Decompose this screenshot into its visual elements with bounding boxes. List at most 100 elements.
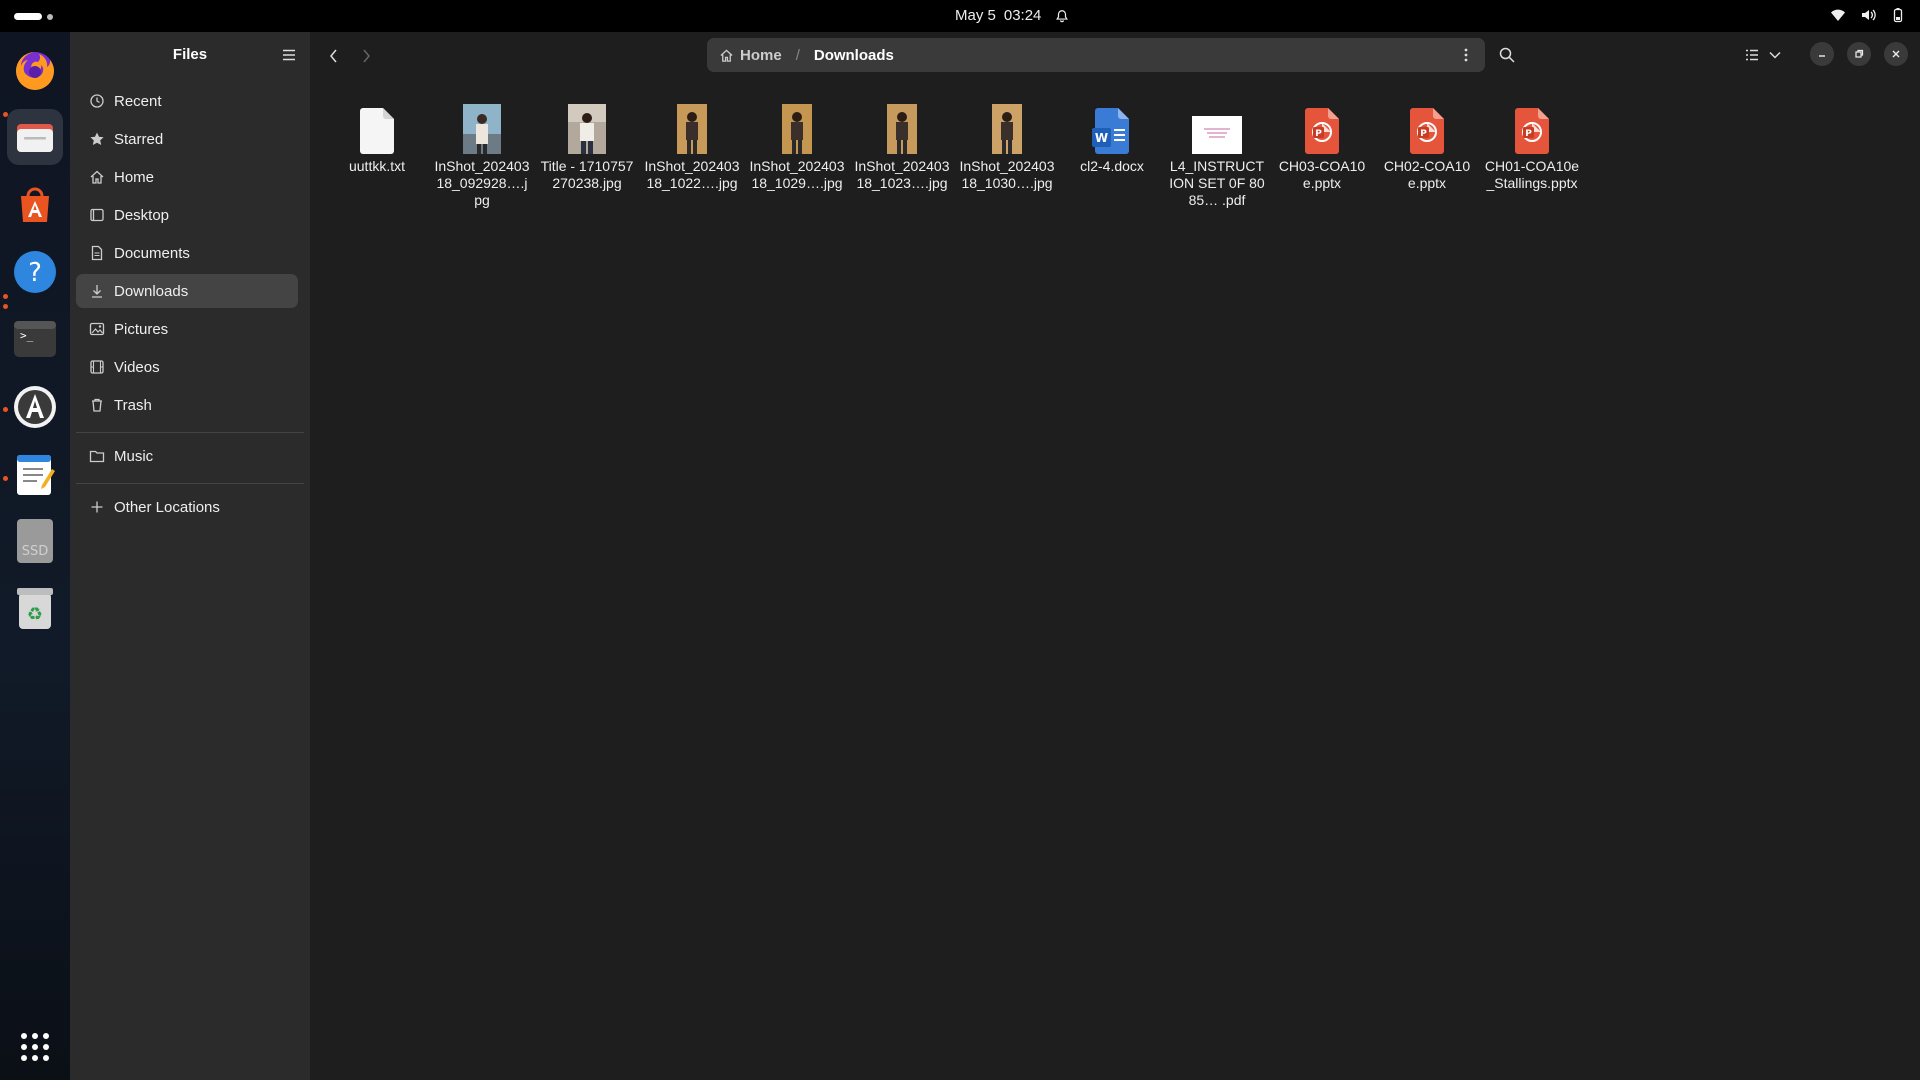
forward-button[interactable] bbox=[354, 44, 378, 68]
dock-trash[interactable]: ♻ bbox=[7, 580, 63, 636]
folder-icon bbox=[89, 450, 105, 463]
dock-files[interactable] bbox=[7, 109, 63, 165]
clock-icon bbox=[90, 94, 104, 108]
text-file-icon bbox=[358, 100, 396, 154]
home-icon bbox=[720, 48, 733, 62]
sidebar-item-recent[interactable]: Recent bbox=[76, 84, 298, 118]
dock-show-apps[interactable] bbox=[7, 1019, 63, 1075]
file-item[interactable]: InShot_20240318_092928….jpg bbox=[432, 100, 532, 209]
chevron-down-icon bbox=[1769, 51, 1781, 59]
file-name: L4_INSTRUCTION SET 0F 8085… .pdf bbox=[1169, 158, 1265, 208]
path-home-button[interactable]: Home bbox=[719, 47, 782, 64]
close-button[interactable] bbox=[1884, 42, 1908, 66]
powerpoint-icon: P bbox=[1408, 100, 1446, 154]
path-bar[interactable]: Home / Downloads bbox=[707, 38, 1485, 72]
file-item[interactable]: L4_INSTRUCTION SET 0F 8085… .pdf bbox=[1167, 100, 1267, 209]
running-indicator bbox=[3, 304, 8, 309]
dock-app-center[interactable] bbox=[7, 177, 63, 233]
clock-button[interactable]: May 5 03:24 bbox=[955, 7, 1069, 24]
main-menu-button[interactable] bbox=[278, 44, 300, 66]
sidebar-item-pictures[interactable]: Pictures bbox=[76, 312, 298, 346]
minimize-icon bbox=[1819, 55, 1825, 57]
file-item[interactable]: uuttkk.txt bbox=[327, 100, 427, 175]
svg-text:P: P bbox=[1525, 129, 1532, 139]
minimize-button[interactable] bbox=[1810, 42, 1834, 66]
sidebar-item-label: Home bbox=[114, 168, 155, 186]
image-thumbnail bbox=[677, 100, 707, 154]
system-tray[interactable] bbox=[1830, 7, 1906, 23]
date-label: May 5 bbox=[955, 7, 996, 24]
folder-menu-button[interactable] bbox=[1457, 46, 1475, 64]
sidebar-item-home[interactable]: Home bbox=[76, 160, 298, 194]
file-name: InShot_20240318_092928….jpg bbox=[434, 158, 530, 208]
file-name: cl2-4.docx bbox=[1080, 158, 1144, 174]
image-thumbnail bbox=[568, 100, 606, 154]
file-item[interactable]: W cl2-4.docx bbox=[1062, 100, 1162, 175]
search-icon bbox=[1499, 47, 1515, 63]
sidebar-item-downloads[interactable]: Downloads bbox=[76, 274, 298, 308]
sidebar-item-other-locations[interactable]: Other Locations bbox=[76, 490, 298, 524]
software-updater-icon bbox=[14, 386, 56, 428]
sidebar-header: Files bbox=[70, 32, 310, 77]
file-item[interactable]: InShot_20240318_1029….jpg bbox=[747, 100, 847, 192]
sidebar-item-starred[interactable]: Starred bbox=[76, 122, 298, 156]
dock-software-updater[interactable] bbox=[7, 379, 63, 435]
svg-text:SSD: SSD bbox=[22, 544, 49, 559]
workspace-indicator-active bbox=[14, 13, 42, 20]
view-options-button[interactable] bbox=[1740, 42, 1786, 68]
file-name: InShot_20240318_1022….jpg bbox=[644, 158, 740, 191]
wifi-icon bbox=[1831, 9, 1845, 21]
file-item[interactable]: InShot_20240318_1030….jpg bbox=[957, 100, 1057, 192]
activities-button[interactable] bbox=[14, 13, 53, 20]
sidebar-item-label: Downloads bbox=[114, 282, 189, 300]
image-thumbnail bbox=[782, 100, 812, 154]
hamburger-menu-icon bbox=[283, 49, 295, 61]
file-item[interactable]: InShot_20240318_1023….jpg bbox=[852, 100, 952, 192]
sidebar-item-desktop[interactable]: Desktop bbox=[76, 198, 298, 232]
sidebar: Files Recent Starred Home Desktop Docume… bbox=[70, 32, 310, 1080]
file-name: CH03-COA10e.pptx bbox=[1278, 158, 1366, 191]
svg-text:?: ? bbox=[28, 258, 42, 288]
search-button[interactable] bbox=[1494, 42, 1520, 68]
close-icon bbox=[1892, 50, 1900, 58]
sidebar-item-label: Documents bbox=[114, 244, 190, 262]
file-item[interactable]: P CH01-COA10e_Stallings.pptx bbox=[1482, 100, 1582, 192]
file-name: Title - 1710757270238.jpg bbox=[540, 158, 634, 191]
file-item[interactable]: InShot_20240318_1022….jpg bbox=[642, 100, 742, 192]
sidebar-item-music[interactable]: Music bbox=[76, 439, 298, 473]
dock-firefox[interactable] bbox=[7, 43, 63, 99]
sidebar-item-label: Other Locations bbox=[114, 498, 220, 516]
battery-icon bbox=[1893, 8, 1903, 23]
file-item[interactable]: P CH02-COA10e.pptx bbox=[1377, 100, 1477, 192]
svg-text:P: P bbox=[1420, 129, 1427, 139]
dock-terminal[interactable]: >_ bbox=[7, 311, 63, 367]
dock-ssd-drive[interactable]: SSD bbox=[7, 513, 63, 569]
files-icon bbox=[17, 124, 53, 152]
sidebar-item-documents[interactable]: Documents bbox=[76, 236, 298, 270]
image-thumbnail bbox=[992, 100, 1022, 154]
documents-icon bbox=[91, 245, 103, 261]
dock-text-editor[interactable] bbox=[7, 446, 63, 502]
time-label: 03:24 bbox=[1003, 7, 1042, 24]
dock-help[interactable]: ? bbox=[7, 244, 63, 300]
file-name: uuttkk.txt bbox=[348, 158, 406, 174]
running-indicator bbox=[3, 294, 8, 299]
path-current-folder[interactable]: Downloads bbox=[814, 47, 894, 64]
sidebar-item-trash[interactable]: Trash bbox=[76, 388, 298, 422]
restore-button[interactable] bbox=[1847, 42, 1871, 66]
app-title: Files bbox=[172, 46, 208, 63]
back-button[interactable] bbox=[322, 44, 346, 68]
file-name: InShot_20240318_1030….jpg bbox=[959, 158, 1055, 191]
file-item[interactable]: P CH03-COA10e.pptx bbox=[1272, 100, 1372, 192]
sidebar-separator bbox=[76, 432, 304, 433]
kebab-menu-icon bbox=[1464, 48, 1468, 62]
chevron-right-icon bbox=[363, 49, 370, 63]
show-apps-icon bbox=[21, 1033, 49, 1061]
text-editor-icon bbox=[17, 455, 55, 495]
file-item[interactable]: Title - 1710757270238.jpg bbox=[537, 100, 637, 192]
sidebar-item-videos[interactable]: Videos bbox=[76, 350, 298, 384]
image-thumbnail bbox=[887, 100, 917, 154]
path-separator: / bbox=[795, 46, 800, 64]
videos-icon bbox=[90, 360, 104, 374]
sidebar-item-label: Pictures bbox=[114, 320, 169, 338]
